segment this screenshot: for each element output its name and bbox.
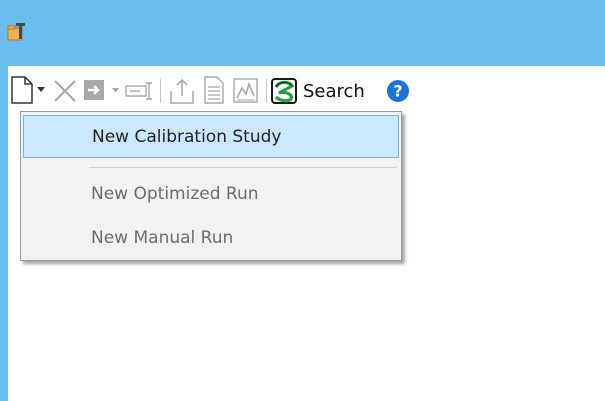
menu-item-label: New Calibration Study: [92, 126, 282, 147]
menu-item-label: New Manual Run: [91, 227, 234, 248]
upload-icon[interactable]: [169, 77, 195, 105]
menu-item-new-calibration-study[interactable]: New Calibration Study: [23, 115, 399, 158]
rename-icon[interactable]: [125, 80, 155, 102]
menu-separator: [89, 167, 397, 168]
title-bar: [0, 0, 605, 66]
toolbar-separator: [160, 79, 161, 103]
dropdown-arrow-icon[interactable]: [111, 87, 120, 94]
document-icon[interactable]: [203, 76, 225, 104]
menu-item-label: New Optimized Run: [91, 183, 259, 204]
search-label: Search: [303, 80, 365, 102]
new-dropdown-menu: New Calibration Study New Optimized Run …: [20, 111, 402, 261]
app-icon: [7, 23, 25, 41]
menu-item-new-optimized-run[interactable]: New Optimized Run: [23, 172, 399, 215]
search-logo-icon: [271, 78, 297, 104]
dropdown-arrow-icon[interactable]: [36, 86, 46, 94]
delete-icon[interactable]: [52, 78, 78, 104]
help-glyph: ?: [393, 82, 402, 101]
menu-item-new-manual-run[interactable]: New Manual Run: [23, 216, 399, 259]
toolbar-separator: [266, 79, 267, 103]
search-button[interactable]: Search: [271, 74, 365, 108]
new-document-icon[interactable]: [10, 76, 34, 104]
help-icon[interactable]: ?: [386, 79, 410, 103]
export-icon[interactable]: [83, 79, 107, 103]
chart-icon[interactable]: [233, 78, 259, 104]
window-left-border: [0, 66, 8, 401]
toolbar: Search ?: [8, 66, 605, 115]
